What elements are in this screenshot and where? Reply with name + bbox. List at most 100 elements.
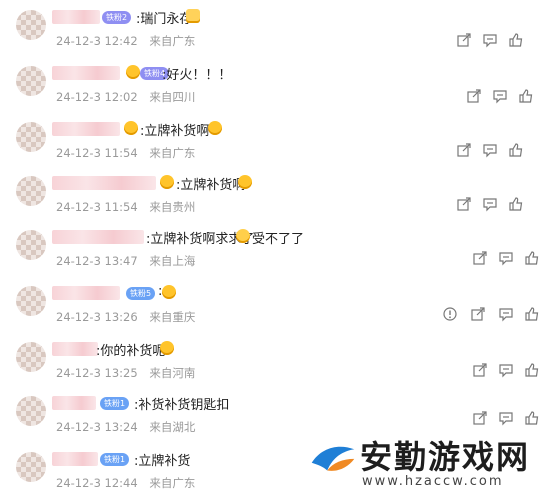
comment-time: 24-12-3 13:25 (56, 366, 138, 380)
comment-text: :补货补货钥匙扣 (134, 398, 230, 413)
comment-text: :立牌补货 (134, 454, 191, 469)
crying-emoji-icon (236, 229, 250, 243)
avatar[interactable] (16, 452, 46, 482)
thumbs-up-icon[interactable] (524, 250, 540, 266)
comment-location: 来自重庆 (149, 310, 196, 324)
username-blurred[interactable] (52, 66, 120, 80)
comment-time: 24-12-3 11:54 (56, 146, 138, 160)
username-blurred[interactable] (52, 176, 156, 190)
crown-emoji-icon (126, 65, 140, 79)
comment-meta: 24-12-3 11:54 来自广东 (56, 145, 195, 161)
comment-location: 来自广东 (149, 34, 196, 48)
grimace-emoji-icon (208, 121, 222, 135)
share-icon[interactable] (472, 362, 488, 378)
thumbs-up-emoji-icon (186, 9, 200, 23)
comment-icon[interactable] (482, 196, 498, 212)
comment-location: 来自河南 (149, 366, 196, 380)
username-blurred[interactable] (52, 286, 120, 300)
comment-text: :立牌补货啊 (140, 124, 210, 139)
comment-time: 24-12-3 12:42 (56, 34, 138, 48)
comment-item: 铁粉2 :瑞门永存 24-12-3 12:42 来自广东 (0, 6, 550, 61)
thumbs-up-icon[interactable] (524, 306, 540, 322)
comment-location: 来自贵州 (149, 200, 196, 214)
thumbs-up-icon[interactable] (508, 196, 524, 212)
comment-icon[interactable] (498, 306, 514, 322)
avatar[interactable] (16, 286, 46, 316)
watermark-title: 安勤游戏网 (360, 438, 531, 476)
face-emoji-icon (162, 285, 176, 299)
comment-item: 铁粉5 : 24-12-3 13:26 来自重庆 (0, 282, 550, 337)
comment-text: :立牌补货啊 (176, 178, 246, 193)
comment-icon[interactable] (498, 362, 514, 378)
report-icon[interactable] (442, 306, 458, 322)
avatar[interactable] (16, 176, 46, 206)
comment-meta: 24-12-3 12:02 来自四川 (56, 89, 195, 105)
comment-text: :你的补货呢 (96, 344, 166, 359)
fan-badge: 铁粉1 (100, 453, 130, 466)
comment-item: :你的补货呢 24-12-3 13:25 来自河南 (0, 338, 550, 393)
comment-location: 来自广东 (149, 146, 196, 160)
username-blurred[interactable] (52, 122, 120, 136)
comment-text: :瑞门永存 (136, 12, 193, 27)
comment-meta: 24-12-3 11:54 来自贵州 (56, 199, 195, 215)
thumbs-up-icon[interactable] (508, 32, 524, 48)
thumbs-up-icon[interactable] (518, 88, 534, 104)
comment-time: 24-12-3 12:02 (56, 90, 138, 104)
username-blurred[interactable] (52, 342, 98, 356)
comment-item: :立牌补货啊 24-12-3 11:54 来自贵州 (0, 172, 550, 227)
share-icon[interactable] (456, 142, 472, 158)
face-emoji-icon (160, 341, 174, 355)
comment-text-tail: 受不了了 (252, 232, 305, 247)
crown-emoji-icon (160, 175, 174, 189)
share-icon[interactable] (456, 196, 472, 212)
comment-list: 铁粉2 :瑞门永存 24-12-3 12:42 来自广东 铁粉4 :好火！！！ … (0, 0, 550, 496)
comment-item: :立牌补货啊 24-12-3 11:54 来自广东 (0, 118, 550, 173)
avatar[interactable] (16, 10, 46, 40)
comment-meta: 24-12-3 13:47 来自上海 (56, 253, 195, 269)
fan-badge: 铁粉2 (102, 11, 132, 24)
comment-time: 24-12-3 11:54 (56, 200, 138, 214)
watermark-url: www.hzaccw.com (362, 474, 504, 489)
comment-location: 来自湖北 (149, 420, 196, 434)
comment-time: 24-12-3 13:47 (56, 254, 138, 268)
comment-location: 来自四川 (149, 90, 196, 104)
username-blurred[interactable] (52, 396, 96, 410)
avatar[interactable] (16, 342, 46, 372)
comment-time: 24-12-3 12:44 (56, 476, 138, 490)
comment-icon[interactable] (498, 250, 514, 266)
avatar[interactable] (16, 66, 46, 96)
avatar[interactable] (16, 396, 46, 426)
comment-icon[interactable] (482, 32, 498, 48)
share-icon[interactable] (470, 306, 486, 322)
comment-item: 铁粉4 :好火！！！ 24-12-3 12:02 来自四川 (0, 62, 550, 117)
comment-text: :好火！！！ (162, 68, 232, 83)
fan-badge: 铁粉1 (100, 397, 130, 410)
comment-icon[interactable] (482, 142, 498, 158)
crown-emoji-icon (124, 121, 138, 135)
comment-meta: 24-12-3 12:44 来自广东 (56, 475, 195, 491)
fan-badge: 铁粉5 (126, 287, 156, 300)
comment-meta: 24-12-3 13:25 来自河南 (56, 365, 195, 381)
username-blurred[interactable] (52, 230, 144, 244)
comment-time: 24-12-3 13:24 (56, 420, 138, 434)
comment-icon[interactable] (492, 88, 508, 104)
share-icon[interactable] (456, 32, 472, 48)
comment-location: 来自广东 (149, 476, 196, 490)
comment-item: :立牌补货啊求求了 受不了了 24-12-3 13:47 来自上海 (0, 226, 550, 281)
site-logo-icon (305, 429, 361, 485)
avatar[interactable] (16, 122, 46, 152)
thumbs-up-icon[interactable] (524, 362, 540, 378)
comment-meta: 24-12-3 13:24 来自湖北 (56, 419, 195, 435)
thumbs-up-icon[interactable] (508, 142, 524, 158)
comment-time: 24-12-3 13:26 (56, 310, 138, 324)
username-blurred[interactable] (52, 452, 98, 466)
comment-location: 来自上海 (149, 254, 196, 268)
comment-meta: 24-12-3 13:26 来自重庆 (56, 309, 195, 325)
avatar[interactable] (16, 230, 46, 260)
username-blurred[interactable] (52, 10, 100, 24)
grimace-emoji-icon (238, 175, 252, 189)
share-icon[interactable] (472, 250, 488, 266)
site-watermark: 安勤游戏网 www.hzaccw.com (300, 424, 550, 496)
comment-meta: 24-12-3 12:42 来自广东 (56, 33, 195, 49)
share-icon[interactable] (466, 88, 482, 104)
